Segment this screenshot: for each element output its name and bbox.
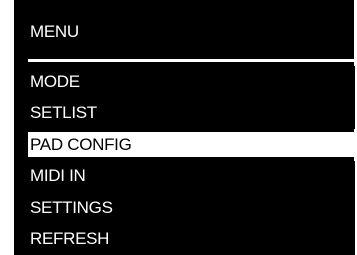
- menu-title: MENU: [30, 22, 79, 41]
- menu-screen: MENU MODE SETLIST PAD CONFIG MIDI IN SET…: [14, 0, 355, 255]
- menu-item-midi-in[interactable]: MIDI IN: [28, 160, 355, 192]
- device-frame: MENU MODE SETLIST PAD CONFIG MIDI IN SET…: [0, 0, 357, 255]
- title-divider: [28, 59, 355, 62]
- menu-item-mode[interactable]: MODE: [28, 66, 355, 98]
- menu-item-refresh[interactable]: REFRESH: [28, 223, 355, 255]
- menu-item-setlist[interactable]: SETLIST: [28, 97, 355, 129]
- menu-item-pad-config[interactable]: PAD CONFIG: [28, 132, 355, 157]
- menu-list: MODE SETLIST PAD CONFIG MIDI IN SETTINGS…: [28, 66, 355, 255]
- menu-item-settings[interactable]: SETTINGS: [28, 192, 355, 224]
